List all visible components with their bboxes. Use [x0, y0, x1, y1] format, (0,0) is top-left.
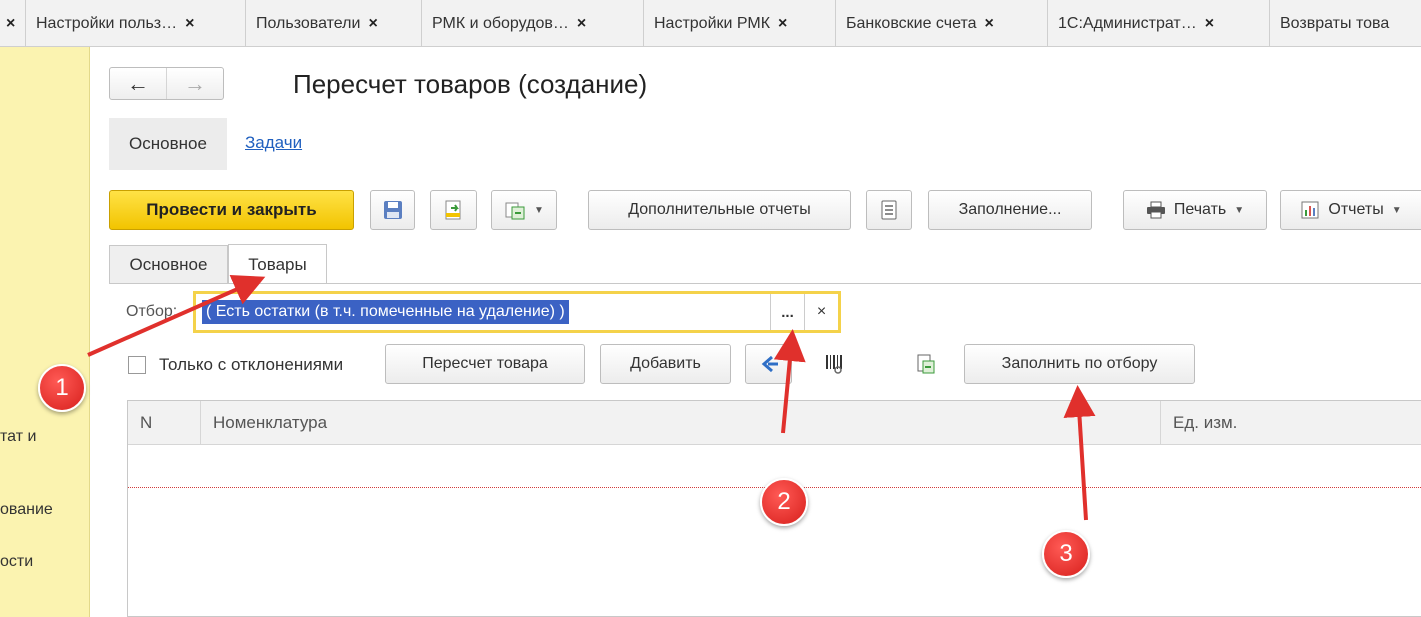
annotation-badge-2: 2: [760, 478, 808, 526]
annotation-badge-3: 3: [1042, 530, 1090, 578]
arrow-2: [773, 329, 806, 434]
annotation-badge-1: 1: [38, 364, 86, 412]
arrow-3: [1063, 385, 1096, 521]
annotation-arrows: [87, 275, 1096, 521]
arrow-1: [87, 275, 266, 357]
